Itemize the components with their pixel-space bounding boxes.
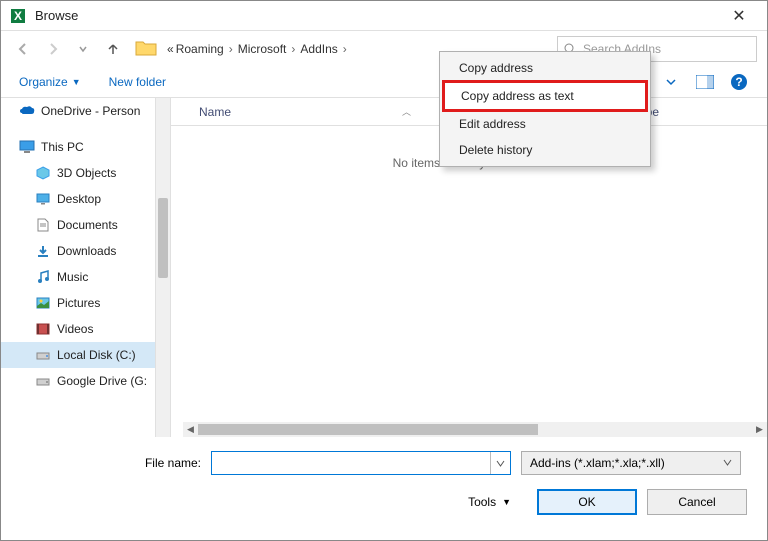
- tree-item-thispc[interactable]: This PC: [1, 134, 170, 160]
- desktop-icon: [35, 191, 51, 207]
- view-dropdown[interactable]: [661, 72, 681, 92]
- tree-item-documents[interactable]: Documents: [1, 212, 170, 238]
- preview-pane-button[interactable]: [695, 72, 715, 92]
- svg-text:X: X: [14, 9, 22, 23]
- 3d-objects-icon: [35, 165, 51, 181]
- sidebar-scrollbar[interactable]: [155, 98, 170, 437]
- tree-item-local-disk-c[interactable]: Local Disk (C:): [1, 342, 170, 368]
- tree-item-downloads[interactable]: Downloads: [1, 238, 170, 264]
- organize-menu[interactable]: Organize ▼: [19, 75, 81, 89]
- column-header-name[interactable]: Name ︿: [171, 105, 471, 119]
- onedrive-icon: [19, 103, 35, 119]
- drive-icon: [35, 347, 51, 363]
- scrollbar-thumb[interactable]: [198, 424, 538, 435]
- filename-input[interactable]: [212, 452, 490, 474]
- up-button[interactable]: [101, 37, 125, 61]
- breadcrumb-part[interactable]: Microsoft: [238, 42, 287, 56]
- ok-button[interactable]: OK: [537, 489, 637, 515]
- navigation-tree: OneDrive - Person This PC 3D Objects Des…: [1, 98, 171, 437]
- nav-bar: « Roaming › Microsoft › AddIns › Search …: [1, 31, 767, 67]
- tree-item-desktop[interactable]: Desktop: [1, 186, 170, 212]
- sort-indicator-icon: ︿: [402, 105, 411, 118]
- scrollbar-thumb[interactable]: [158, 198, 168, 278]
- toolbar: Organize ▼ New folder ?: [1, 67, 767, 97]
- filename-combobox[interactable]: [211, 451, 511, 475]
- file-browse-dialog: X Browse ✕ « Roaming › Microsoft › AddIn…: [0, 0, 768, 541]
- file-type-filter[interactable]: Add-ins (*.xlam;*.xla;*.xll): [521, 451, 741, 475]
- documents-icon: [35, 217, 51, 233]
- breadcrumb-part[interactable]: AddIns: [300, 42, 337, 56]
- breadcrumb-prefix: «: [167, 42, 174, 56]
- address-bar-context-menu: Copy address Copy address as text Edit a…: [439, 51, 651, 167]
- tree-item-pictures[interactable]: Pictures: [1, 290, 170, 316]
- new-folder-button[interactable]: New folder: [109, 75, 166, 89]
- chevron-down-icon: ▼: [72, 77, 81, 87]
- filename-label: File name:: [21, 456, 201, 470]
- chevron-down-icon: [723, 456, 732, 470]
- recent-dropdown[interactable]: [71, 37, 95, 61]
- tree-item-3d-objects[interactable]: 3D Objects: [1, 160, 170, 186]
- scroll-right-arrow[interactable]: ▶: [752, 422, 767, 437]
- videos-icon: [35, 321, 51, 337]
- svg-text:?: ?: [735, 75, 742, 89]
- horizontal-scrollbar[interactable]: ◀ ▶: [183, 422, 767, 437]
- chevron-right-icon: ›: [288, 42, 298, 56]
- ctx-copy-address-as-text[interactable]: Copy address as text: [442, 80, 648, 112]
- folder-icon: [135, 39, 157, 60]
- breadcrumb-part[interactable]: Roaming: [176, 42, 224, 56]
- scroll-left-arrow[interactable]: ◀: [183, 422, 198, 437]
- chevron-right-icon: ›: [226, 42, 236, 56]
- close-button[interactable]: ✕: [719, 6, 759, 26]
- back-button[interactable]: [11, 37, 35, 61]
- filename-dropdown-arrow[interactable]: [490, 452, 510, 474]
- excel-icon: X: [9, 7, 27, 25]
- ctx-delete-history[interactable]: Delete history: [443, 137, 647, 163]
- downloads-icon: [35, 243, 51, 259]
- chevron-down-icon: ▼: [502, 497, 511, 507]
- cancel-button[interactable]: Cancel: [647, 489, 747, 515]
- title-bar: X Browse ✕: [1, 1, 767, 31]
- help-button[interactable]: ?: [729, 72, 749, 92]
- this-pc-icon: [19, 139, 35, 155]
- ctx-copy-address[interactable]: Copy address: [443, 55, 647, 81]
- bottom-panel: File name: Add-ins (*.xlam;*.xla;*.xll) …: [1, 437, 767, 527]
- tree-item-videos[interactable]: Videos: [1, 316, 170, 342]
- tools-menu[interactable]: Tools ▼: [468, 495, 511, 509]
- music-icon: [35, 269, 51, 285]
- drive-icon: [35, 373, 51, 389]
- pictures-icon: [35, 295, 51, 311]
- tree-item-google-drive[interactable]: Google Drive (G:: [1, 368, 170, 394]
- dialog-title: Browse: [35, 8, 719, 23]
- tree-item-onedrive[interactable]: OneDrive - Person: [1, 98, 170, 124]
- ctx-edit-address[interactable]: Edit address: [443, 111, 647, 137]
- tree-item-music[interactable]: Music: [1, 264, 170, 290]
- forward-button[interactable]: [41, 37, 65, 61]
- chevron-right-icon: ›: [340, 42, 350, 56]
